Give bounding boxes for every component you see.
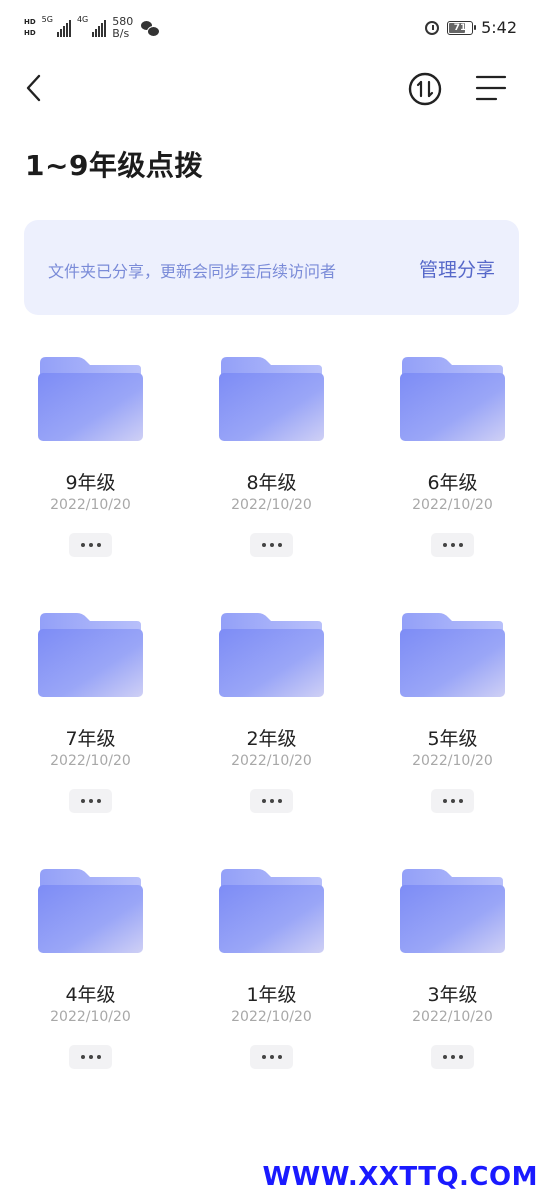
chevron-left-icon (26, 74, 41, 102)
more-button[interactable] (69, 533, 112, 557)
folder-item[interactable]: 3年级 2022/10/20 (362, 862, 543, 1092)
more-icon (442, 543, 447, 547)
folder-name: 7年级 (65, 728, 116, 750)
more-button[interactable] (250, 789, 293, 813)
battery-level: 71 (453, 22, 467, 33)
battery-icon: 71 (447, 20, 477, 35)
more-icon (80, 799, 85, 803)
sim1-label: HD (24, 18, 36, 26)
more-icon (261, 799, 266, 803)
wechat-icon (141, 21, 161, 37)
menu-icon (475, 75, 507, 101)
folder-icon (400, 613, 505, 697)
folder-item[interactable]: 4年级 2022/10/20 (0, 862, 181, 1092)
sim2-label: HD (24, 29, 36, 37)
folder-item[interactable]: 7年级 2022/10/20 (0, 606, 181, 836)
folder-date: 2022/10/20 (50, 1009, 131, 1025)
folder-icon (400, 357, 505, 441)
signal-icon (92, 19, 107, 37)
folder-icon (38, 357, 143, 441)
folder-name: 5年级 (427, 728, 478, 750)
folder-date: 2022/10/20 (412, 753, 493, 769)
more-icon (80, 543, 85, 547)
share-banner-text: 文件夹已分享，更新会同步至后续访问者 (48, 262, 337, 281)
speed-unit: B/s (112, 27, 130, 40)
back-button[interactable] (20, 70, 52, 106)
more-icon (261, 543, 266, 547)
more-button[interactable] (431, 1045, 474, 1069)
manage-share-button[interactable]: 管理分享 (419, 255, 495, 282)
signal-icon (56, 19, 71, 37)
more-icon (442, 1055, 447, 1059)
more-button[interactable] (431, 789, 474, 813)
folder-name: 1年级 (246, 984, 297, 1006)
more-button[interactable] (250, 1045, 293, 1069)
folder-date: 2022/10/20 (50, 497, 131, 513)
sim-indicators: HD HD (24, 18, 36, 38)
folder-icon (219, 357, 324, 441)
more-icon (80, 1055, 85, 1059)
folder-date: 2022/10/20 (231, 1009, 312, 1025)
folder-icon (38, 869, 143, 953)
folder-icon (219, 869, 324, 953)
alarm-icon (425, 20, 440, 35)
sort-button[interactable] (408, 72, 442, 106)
folder-date: 2022/10/20 (412, 1009, 493, 1025)
folder-name: 9年级 (65, 472, 116, 494)
folder-date: 2022/10/20 (231, 497, 312, 513)
network-speed: 580 B/s (112, 16, 133, 40)
network-5g-label: 5G (41, 15, 53, 24)
sort-icon (408, 72, 442, 106)
folder-item[interactable]: 9年级 2022/10/20 (0, 350, 181, 580)
folder-name: 2年级 (246, 728, 297, 750)
status-bar: HD HD 5G 4G 580 B/s 71 5:42 (0, 0, 543, 60)
page-title: 1~9年级点拨 (25, 149, 203, 182)
folder-date: 2022/10/20 (412, 497, 493, 513)
status-right: 71 5:42 (425, 18, 517, 37)
folder-icon (400, 869, 505, 953)
more-button[interactable] (250, 533, 293, 557)
folder-icon (219, 613, 324, 697)
folder-date: 2022/10/20 (231, 753, 312, 769)
folder-item[interactable]: 2年级 2022/10/20 (181, 606, 362, 836)
folder-item[interactable]: 6年级 2022/10/20 (362, 350, 543, 580)
more-button[interactable] (431, 533, 474, 557)
clock: 5:42 (481, 18, 517, 37)
more-button[interactable] (69, 1045, 112, 1069)
network-4g-label: 4G (76, 15, 89, 24)
status-left: HD HD 5G 4G 580 B/s (24, 15, 161, 40)
folder-name: 4年级 (65, 984, 116, 1006)
more-button[interactable] (69, 789, 112, 813)
more-icon (442, 799, 447, 803)
share-banner: 文件夹已分享，更新会同步至后续访问者 管理分享 (24, 220, 519, 315)
folder-name: 6年级 (427, 472, 478, 494)
folder-name: 8年级 (246, 472, 297, 494)
folder-item[interactable]: 1年级 2022/10/20 (181, 862, 362, 1092)
folder-item[interactable]: 5年级 2022/10/20 (362, 606, 543, 836)
folder-date: 2022/10/20 (50, 753, 131, 769)
folder-item[interactable]: 8年级 2022/10/20 (181, 350, 362, 580)
watermark: WWW.XXTTQ.COM (262, 1162, 538, 1192)
folder-name: 3年级 (427, 984, 478, 1006)
menu-button[interactable] (474, 74, 508, 102)
folder-icon (38, 613, 143, 697)
more-icon (261, 1055, 266, 1059)
